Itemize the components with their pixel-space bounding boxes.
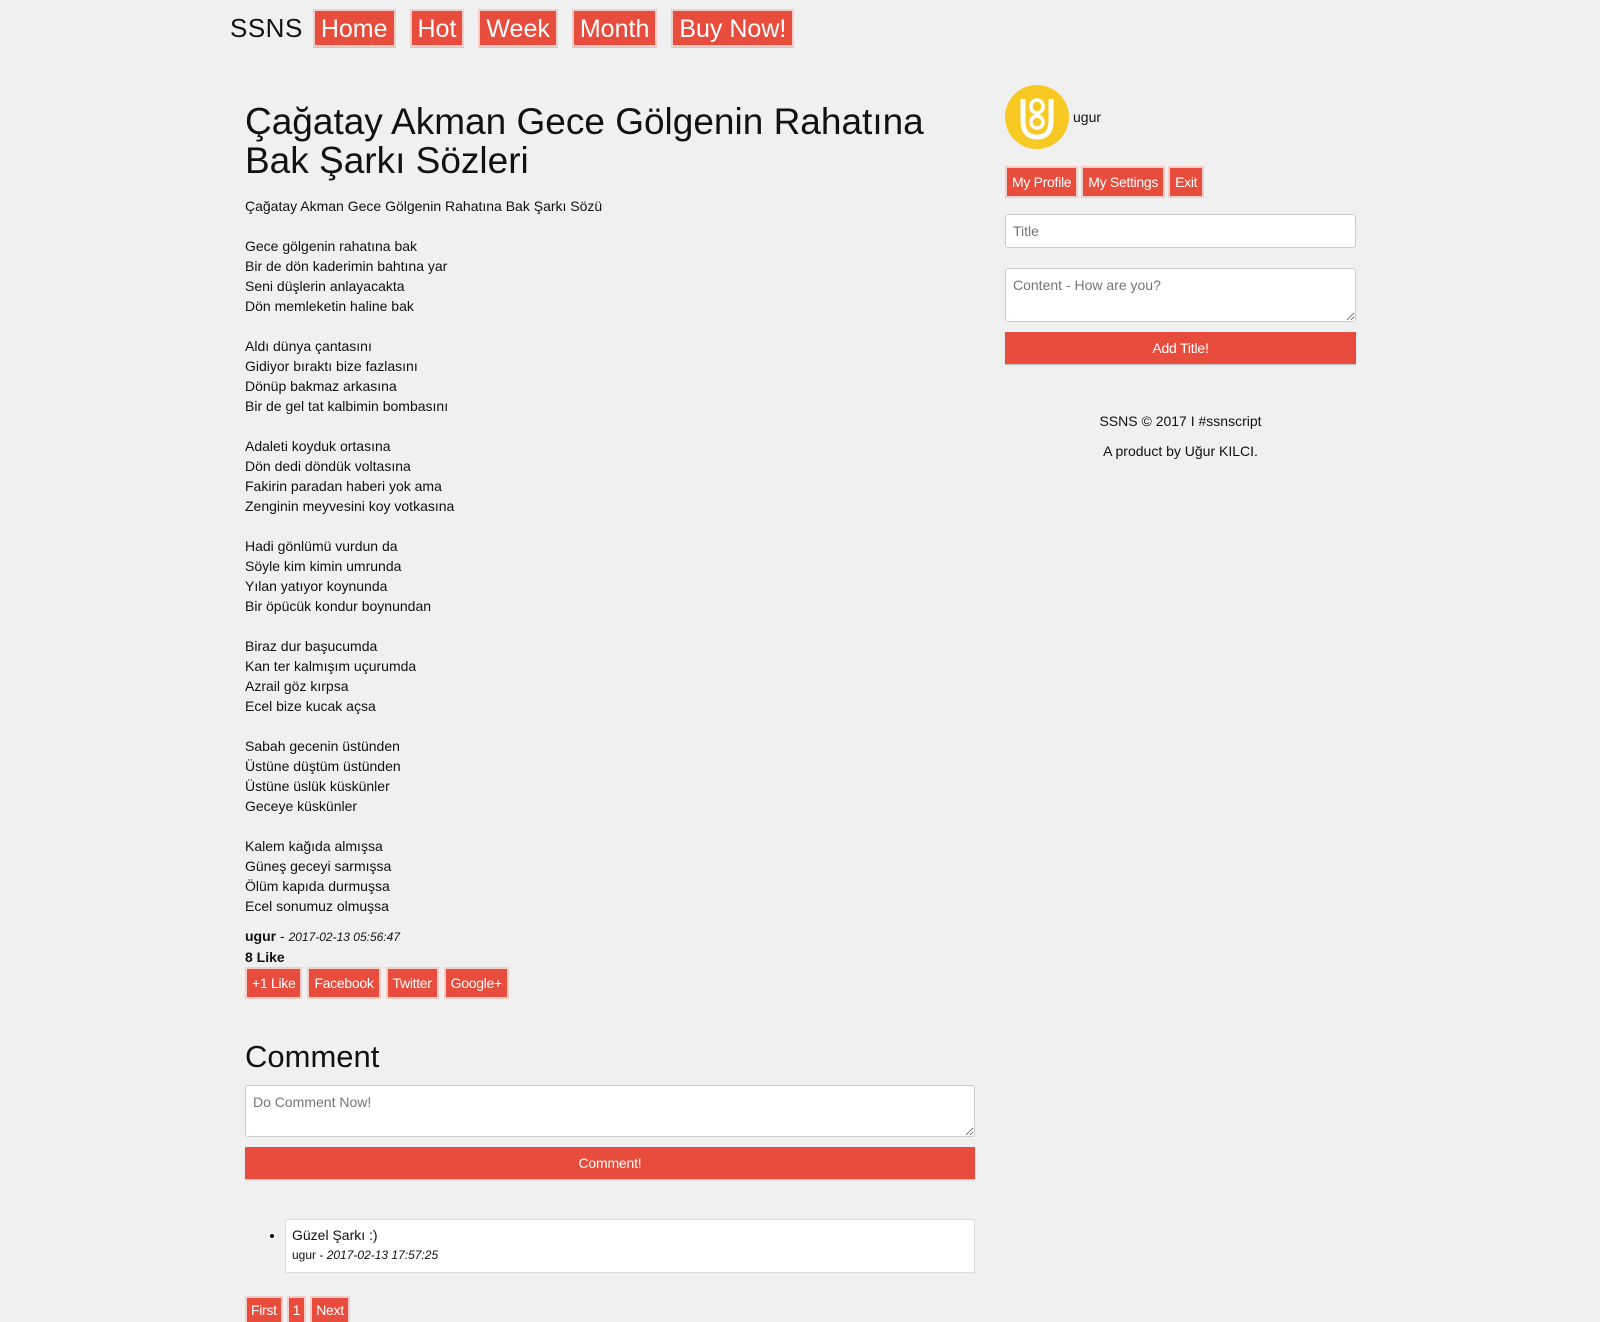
share-google-button[interactable]: Google+: [443, 967, 509, 999]
comment-list: Güzel Şarkı :) ugur - 2017-02-13 17:57:2…: [245, 1219, 975, 1273]
my-profile-button[interactable]: My Profile: [1005, 166, 1079, 198]
pagination: First 1 Next: [245, 1296, 354, 1322]
brand-logo[interactable]: SSNS: [230, 13, 303, 44]
comment-date: 2017-02-13 17:57:25: [326, 1248, 439, 1262]
pager-first-button[interactable]: First: [245, 1296, 283, 1322]
exit-button[interactable]: Exit: [1168, 166, 1205, 198]
share-facebook-button[interactable]: Facebook: [307, 967, 381, 999]
comment-author[interactable]: ugur: [292, 1248, 316, 1262]
comment-meta: ugur - 2017-02-13 17:57:25: [292, 1246, 968, 1264]
comment-heading: Comment: [245, 1039, 380, 1074]
post-meta-separator: -: [276, 928, 289, 944]
post-author[interactable]: ugur: [245, 928, 276, 944]
like-count: 8 Like: [245, 949, 285, 965]
nav-week-button[interactable]: Week: [478, 9, 558, 47]
comment-text: Güzel Şarkı :): [292, 1227, 378, 1243]
nav-buy-now-button[interactable]: Buy Now!: [671, 9, 795, 47]
user-panel: ugur: [1005, 85, 1356, 149]
user-avatar-logo-icon[interactable]: [1005, 85, 1069, 149]
sidebar-username[interactable]: ugur: [1073, 109, 1101, 125]
post-title: Çağatay Akman Gece Gölgenin Rahatına Bak…: [245, 101, 924, 181]
post-date: 2017-02-13 05:56:47: [288, 930, 400, 944]
title-input[interactable]: [1005, 214, 1356, 248]
comment-input[interactable]: [245, 1085, 975, 1137]
list-item: Güzel Şarkı :) ugur - 2017-02-13 17:57:2…: [285, 1219, 975, 1273]
top-nav: SSNS Home Hot Week Month Buy Now!: [230, 9, 808, 47]
pager-next-button[interactable]: Next: [310, 1296, 350, 1322]
footer-credit: A product by Uğur KILCI.: [1103, 443, 1258, 459]
my-settings-button[interactable]: My Settings: [1081, 166, 1166, 198]
page: SSNS Home Hot Week Month Buy Now! Çağata…: [0, 0, 1600, 1322]
nav-home-button[interactable]: Home: [312, 9, 396, 47]
post-column: Çağatay Akman Gece Gölgenin Rahatına Bak…: [245, 102, 975, 1289]
post-actions: +1 Like Facebook Twitter Google+: [245, 967, 975, 999]
sidebar: ugur My Profile My Settings Exit Add Tit…: [1005, 85, 1356, 466]
sidebar-footer: SSNS © 2017 I #ssnscript A product by Uğ…: [1005, 406, 1356, 466]
post-body: Çağatay Akman Gece Gölgenin Rahatına Bak…: [245, 198, 603, 914]
comment-card: Güzel Şarkı :) ugur - 2017-02-13 17:57:2…: [285, 1219, 975, 1273]
comment-meta-separator: -: [316, 1248, 327, 1262]
content-input[interactable]: [1005, 268, 1356, 322]
share-twitter-button[interactable]: Twitter: [385, 967, 439, 999]
pager-page-1-button[interactable]: 1: [286, 1296, 307, 1322]
post-meta: ugur - 2017-02-13 05:56:47: [245, 926, 975, 947]
nav-month-button[interactable]: Month: [571, 9, 658, 47]
footer-copyright: SSNS © 2017 I #ssnscript: [1099, 413, 1262, 429]
user-actions: My Profile My Settings Exit: [1005, 166, 1356, 198]
add-title-button[interactable]: Add Title!: [1005, 332, 1356, 364]
like-button[interactable]: +1 Like: [245, 967, 303, 999]
nav-hot-button[interactable]: Hot: [409, 9, 465, 47]
comment-submit-button[interactable]: Comment!: [245, 1147, 975, 1179]
